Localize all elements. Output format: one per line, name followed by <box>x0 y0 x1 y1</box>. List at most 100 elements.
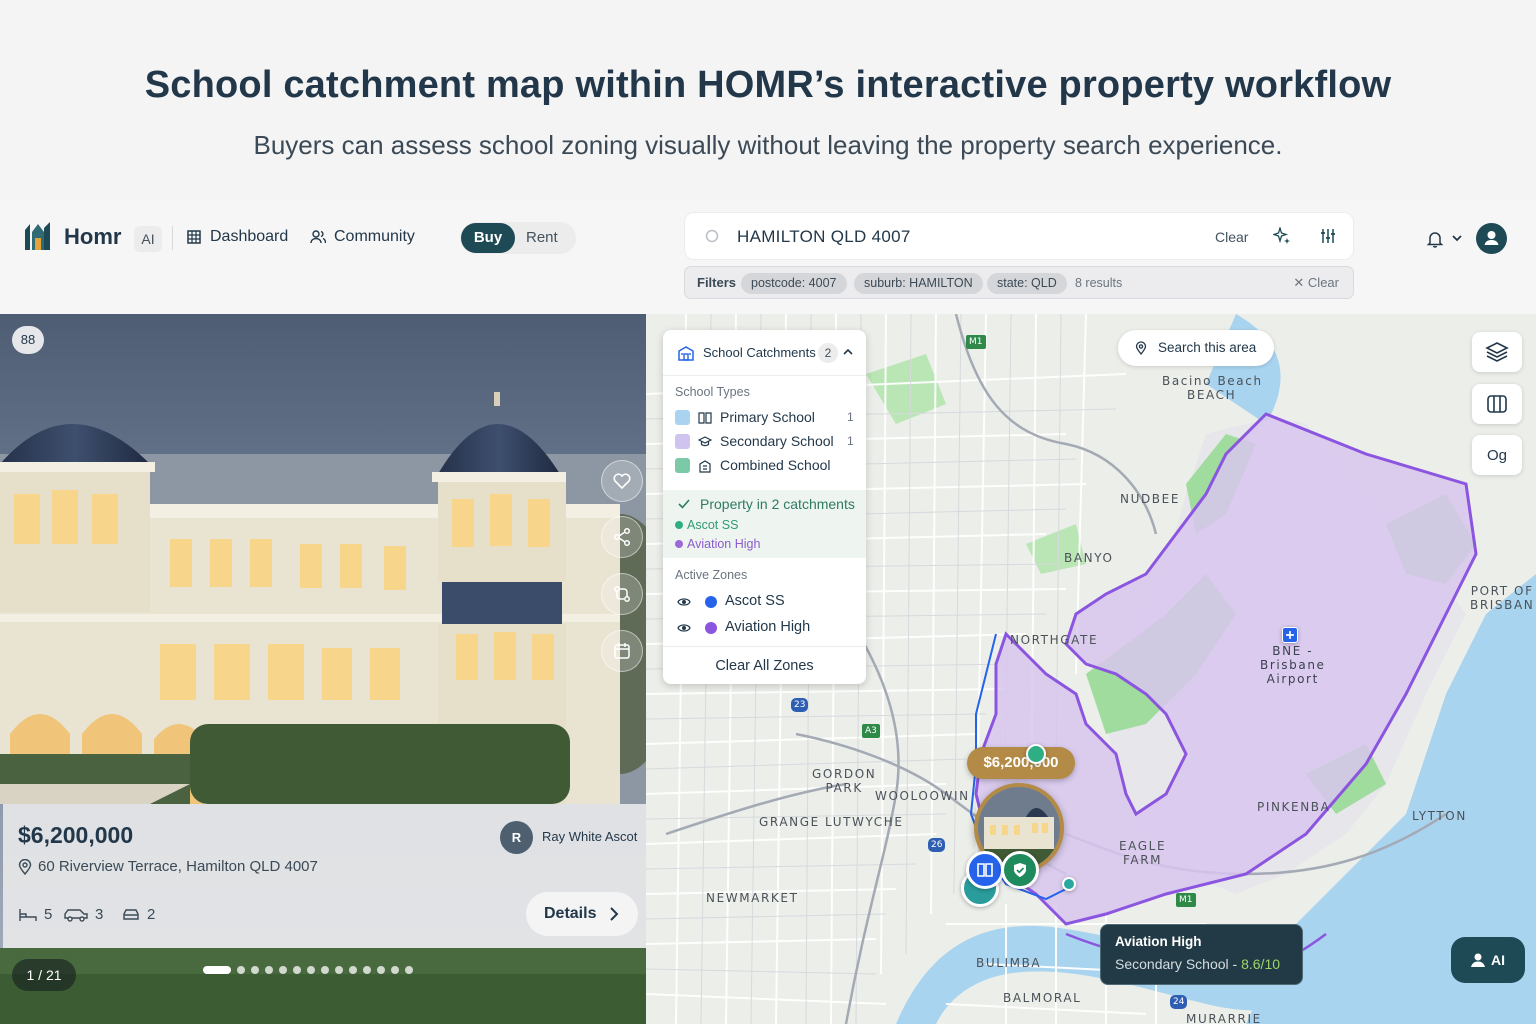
top-navbar: Homr AI Dashboard Community Buy Rent HAM… <box>0 200 1536 314</box>
cars-count: 3 <box>95 906 104 923</box>
carousel-dot[interactable] <box>335 966 343 974</box>
hero-subtitle: Buyers can assess school zoning visually… <box>253 130 1283 160</box>
search-this-area-button[interactable]: Search this area <box>1118 330 1274 366</box>
search-bar[interactable]: HAMILTON QLD 4007 Clear <box>684 212 1354 260</box>
heart-icon <box>613 473 631 490</box>
carousel-dot[interactable] <box>237 966 245 974</box>
primary-school-marker[interactable] <box>966 851 1004 889</box>
sparkle-icon[interactable] <box>1273 227 1291 245</box>
zone-row-aviation[interactable]: Aviation High <box>677 618 857 638</box>
nav-dashboard[interactable]: Dashboard <box>186 228 288 246</box>
results-count: 8 results <box>1075 276 1123 290</box>
rent-tab[interactable]: Rent <box>526 222 558 254</box>
layers-button[interactable] <box>1472 332 1522 372</box>
gallery-count-badge[interactable]: 88 <box>12 326 44 354</box>
listing-card[interactable]: $6,200,000 60 Riverview Terrace, Hamilto… <box>3 804 646 948</box>
buy-tab[interactable]: Buy <box>461 223 515 253</box>
property-photo-panel[interactable]: 88 $6,200,000 60 Riverview Terrace, Hami… <box>0 314 646 1024</box>
car-icon <box>64 908 88 922</box>
details-button[interactable]: Details <box>526 892 638 936</box>
graduation-cap-icon <box>698 436 712 447</box>
bell-icon[interactable] <box>1426 230 1444 248</box>
search-this-area-label: Search this area <box>1158 340 1257 355</box>
carousel-dot[interactable] <box>203 966 231 974</box>
homr-logo-icon[interactable] <box>22 220 52 252</box>
carousel-dot[interactable] <box>377 966 385 974</box>
school-type-secondary[interactable]: Secondary School 1 <box>675 432 857 452</box>
clear-all-zones-button[interactable]: Clear All Zones <box>663 646 866 684</box>
details-label: Details <box>544 905 597 922</box>
og-button[interactable]: Og <box>1472 435 1522 475</box>
schedule-button[interactable] <box>601 630 643 672</box>
map-panel[interactable]: Bacino Beach BEACH NUDBEE BANYO NORTHGAT… <box>646 314 1536 1024</box>
listing-address-text: 60 Riverview Terrace, Hamilton QLD 4007 <box>38 858 318 875</box>
carousel-dot[interactable] <box>279 966 287 974</box>
map-label-balmoral: BALMORAL <box>1003 991 1082 1005</box>
ai-assistant-label: AI <box>1491 952 1505 968</box>
carousel-dot[interactable] <box>391 966 399 974</box>
map-label-lytton: LYTTON <box>1412 809 1467 823</box>
search-input[interactable]: HAMILTON QLD 4007 <box>737 227 911 247</box>
eye-icon[interactable] <box>677 595 691 609</box>
catchments-header[interactable]: School Catchments 2 <box>663 330 866 376</box>
chevron-down-icon[interactable] <box>1452 234 1462 242</box>
carousel-dot[interactable] <box>251 966 259 974</box>
filters-clear-button[interactable]: ✕ Clear <box>1293 275 1339 291</box>
photo-dots[interactable] <box>203 966 413 974</box>
filters-clear-label: Clear <box>1307 275 1339 290</box>
user-icon <box>1471 953 1485 967</box>
carousel-dot[interactable] <box>293 966 301 974</box>
agent-avatar[interactable]: R <box>500 821 533 854</box>
share-button[interactable] <box>601 516 643 558</box>
carousel-dot[interactable] <box>321 966 329 974</box>
filter-chip-suburb[interactable]: suburb: HAMILTON <box>854 273 983 294</box>
tooltip-school-type: Secondary School <box>1115 956 1229 972</box>
school-marker-dot[interactable] <box>1062 877 1076 891</box>
search-clear-button[interactable]: Clear <box>1215 229 1248 245</box>
compare-button[interactable] <box>601 573 643 615</box>
brand-name[interactable]: Homr <box>64 224 121 250</box>
combined-school-marker[interactable] <box>1001 851 1039 889</box>
school-type-combined[interactable]: Combined School <box>675 456 857 476</box>
zone-row-ascot[interactable]: Ascot SS <box>677 592 857 612</box>
check-icon <box>678 499 690 509</box>
zone-ascot-label: Ascot SS <box>725 593 785 609</box>
carousel-dot[interactable] <box>349 966 357 974</box>
school-types-label: School Types <box>675 385 750 399</box>
chevron-up-icon[interactable] <box>843 348 853 356</box>
school-type-primary-label: Primary School <box>720 409 815 425</box>
carousel-dot[interactable] <box>307 966 315 974</box>
layers-icon <box>1485 342 1509 362</box>
map-label-port: PORT OF BRISBAN <box>1470 584 1535 612</box>
zone-aviation-dot <box>705 622 717 634</box>
ai-chip[interactable]: AI <box>134 226 162 252</box>
ai-assistant-button[interactable]: AI <box>1451 937 1525 983</box>
aviation-dot <box>675 540 683 548</box>
carousel-dot[interactable] <box>405 966 413 974</box>
combined-swatch <box>675 458 690 473</box>
map-view-button[interactable] <box>1472 384 1522 424</box>
filter-chip-state[interactable]: state: QLD <box>987 273 1067 294</box>
search-icon <box>705 229 719 243</box>
eye-icon[interactable] <box>677 621 691 635</box>
map-label-northgate: NORTHGATE <box>1010 633 1099 647</box>
airport-icon[interactable] <box>1282 627 1298 643</box>
map-label-gordon-park: GORDON PARK <box>812 767 877 795</box>
map-label-nudgee: NUDBEE <box>1120 492 1180 506</box>
school-marker-small[interactable] <box>1026 744 1046 764</box>
nav-community-label: Community <box>334 228 415 245</box>
filter-chip-postcode[interactable]: postcode: 4007 <box>741 273 847 294</box>
user-avatar[interactable] <box>1476 223 1507 254</box>
school-type-primary[interactable]: Primary School 1 <box>675 408 857 428</box>
favorite-button[interactable] <box>601 460 643 502</box>
property-price-marker[interactable]: $6,200,000 <box>967 747 1075 779</box>
tooltip-separator: - <box>1232 956 1238 972</box>
sliders-icon[interactable] <box>1319 227 1337 245</box>
carousel-dot[interactable] <box>265 966 273 974</box>
carousel-dot[interactable] <box>363 966 371 974</box>
nav-community[interactable]: Community <box>310 228 415 246</box>
zone-aviation-label: Aviation High <box>725 619 811 635</box>
map-label-wooloowin: WOOLOOWIN <box>875 789 970 803</box>
property-status-text: Property in 2 catchments <box>700 496 855 512</box>
agent-name[interactable]: Ray White Ascot <box>542 829 637 844</box>
